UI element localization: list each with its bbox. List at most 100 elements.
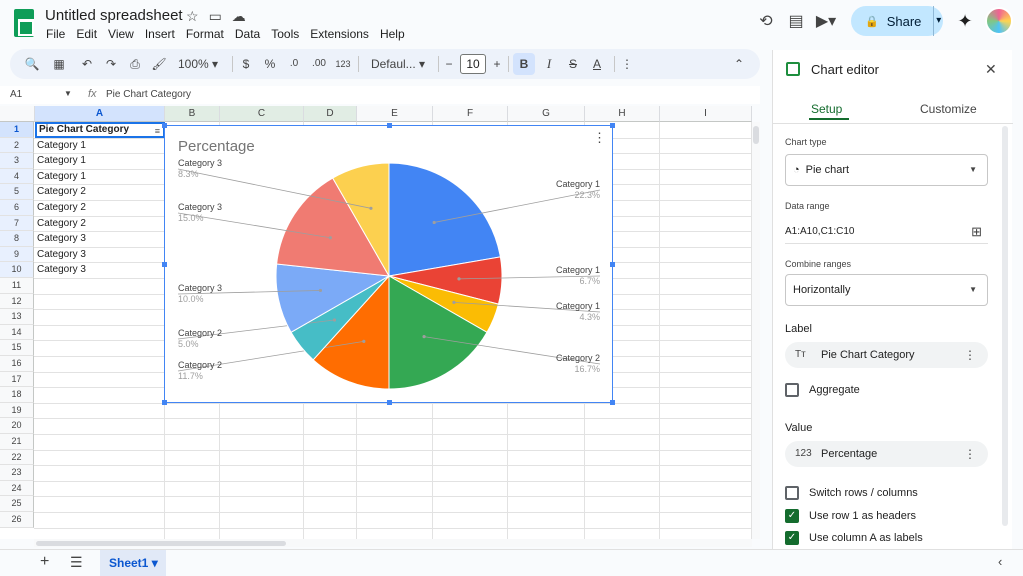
row-header-12[interactable]: 12 <box>0 293 34 310</box>
font-select[interactable]: Defaul... ▾ <box>366 49 430 79</box>
row-header-17[interactable]: 17 <box>0 371 34 388</box>
strikethrough-button[interactable]: S <box>564 49 582 79</box>
decrease-font-size-button[interactable]: − <box>442 49 456 79</box>
column-header-d[interactable]: D <box>304 106 357 122</box>
formula-input[interactable]: Pie Chart Category <box>106 89 191 100</box>
chart[interactable]: Percentage ⋮ Category 1 22.3% Category 1 6.… <box>162 123 615 405</box>
header-cell[interactable]: Pie Chart Category ≡ <box>35 122 165 138</box>
resize-handle[interactable] <box>162 262 167 267</box>
row-header-4[interactable]: 4 <box>0 168 34 185</box>
close-icon[interactable]: ✕ <box>985 61 997 78</box>
text-color-button[interactable]: A <box>588 49 606 79</box>
share-button[interactable]: 🔒 Share ▾ <box>851 6 943 36</box>
column-header-a[interactable]: A <box>35 106 165 122</box>
row-header-16[interactable]: 16 <box>0 356 34 372</box>
row-header-21[interactable]: 21 <box>0 434 34 450</box>
share-dropdown-icon[interactable]: ▾ <box>933 6 943 36</box>
cell[interactable]: Category 3 <box>35 231 165 247</box>
column-header-c[interactable]: C <box>220 106 304 122</box>
grid-select-icon[interactable]: ⊞ <box>971 224 982 240</box>
tab-setup[interactable]: Setup <box>811 102 842 116</box>
label-chip[interactable]: Tт Pie Chart Category ⋮ <box>785 342 988 368</box>
row-header-15[interactable]: 15 <box>0 340 34 356</box>
menu-tools[interactable]: Tools <box>271 27 299 41</box>
row-header-8[interactable]: 8 <box>0 231 34 247</box>
redo-icon[interactable]: ↷ <box>102 49 120 79</box>
resize-handle[interactable] <box>610 400 615 405</box>
row-header-25[interactable]: 25 <box>0 496 34 512</box>
more-formats-button[interactable]: 123 <box>334 49 352 79</box>
increase-font-size-button[interactable]: + <box>490 49 504 79</box>
column-header-b[interactable]: B <box>165 106 220 122</box>
pie-slice[interactable] <box>388 162 501 277</box>
column-header-h[interactable]: H <box>585 106 660 122</box>
comments-icon[interactable]: ▤ <box>781 11 811 31</box>
cell[interactable]: Category 1 <box>35 153 165 169</box>
sheet-tab[interactable]: Sheet1 ▾ <box>100 550 166 576</box>
panel-scrollbar[interactable] <box>1002 126 1008 526</box>
history-icon[interactable]: ⟲ <box>751 11 781 31</box>
name-box[interactable]: A1 <box>10 89 22 100</box>
search-menus-icon[interactable]: 🔍 <box>22 49 42 79</box>
cell[interactable]: Category 2 <box>35 216 165 232</box>
cloud-status-icon[interactable]: ☁ <box>232 8 246 25</box>
row-header-6[interactable]: 6 <box>0 200 34 216</box>
use-row1-checkbox[interactable]: ✓ <box>785 509 799 523</box>
row-header-24[interactable]: 24 <box>0 480 34 497</box>
meet-icon[interactable]: ▶▾ <box>811 11 841 31</box>
star-icon[interactable]: ☆ <box>186 8 199 25</box>
tab-customize[interactable]: Customize <box>920 102 977 116</box>
menu-insert[interactable]: Insert <box>145 27 175 41</box>
menu-edit[interactable]: Edit <box>76 27 97 41</box>
row-header-20[interactable]: 20 <box>0 418 34 434</box>
zoom-select[interactable]: 100% ▾ <box>174 49 222 79</box>
row-header-3[interactable]: 3 <box>0 153 34 169</box>
row-header-18[interactable]: 18 <box>0 387 34 403</box>
value-chip[interactable]: 123 Percentage ⋮ <box>785 441 988 467</box>
row-header-23[interactable]: 23 <box>0 465 34 481</box>
task-icon[interactable]: ▦ <box>50 49 68 79</box>
resize-handle[interactable] <box>610 123 615 128</box>
italic-button[interactable]: I <box>540 49 558 79</box>
percent-button[interactable]: % <box>262 49 278 79</box>
increase-decimal-button[interactable]: .00 <box>308 49 330 79</box>
resize-handle[interactable] <box>162 400 167 405</box>
row-header-10[interactable]: 10 <box>0 262 34 278</box>
resize-handle[interactable] <box>387 400 392 405</box>
name-box-dropdown-icon[interactable]: ▼ <box>64 89 72 98</box>
row-header-2[interactable]: 2 <box>0 137 34 154</box>
aggregate-checkbox[interactable] <box>785 383 799 397</box>
resize-handle[interactable] <box>162 123 167 128</box>
vertical-scrollbar[interactable] <box>752 122 760 539</box>
row-header-5[interactable]: 5 <box>0 184 34 200</box>
add-sheet-icon[interactable]: + <box>40 553 49 571</box>
cell[interactable]: Category 3 <box>35 247 165 263</box>
switch-rows-checkbox[interactable] <box>785 486 799 500</box>
document-title[interactable]: Untitled spreadsheet <box>45 7 183 24</box>
gemini-sparkle-icon[interactable]: ✦ <box>951 11 979 32</box>
menu-file[interactable]: File <box>46 27 65 41</box>
resize-handle[interactable] <box>610 262 615 267</box>
row-header-9[interactable]: 9 <box>0 246 34 263</box>
chevron-up-icon[interactable]: ⌃ <box>730 49 748 79</box>
cell[interactable]: Category 2 <box>35 184 165 200</box>
all-sheets-icon[interactable]: ☰ <box>70 554 83 571</box>
undo-icon[interactable]: ↶ <box>78 49 96 79</box>
select-all-corner[interactable] <box>0 106 35 122</box>
avatar[interactable] <box>985 7 1013 35</box>
cell[interactable]: Category 1 <box>35 138 165 154</box>
move-folder-icon[interactable]: ▭ <box>209 8 222 25</box>
row-header-26[interactable]: 26 <box>0 512 34 528</box>
row-header-11[interactable]: 11 <box>0 278 34 294</box>
row-header-13[interactable]: 13 <box>0 309 34 325</box>
row-header-19[interactable]: 19 <box>0 402 34 419</box>
decrease-decimal-button[interactable]: .0 <box>284 49 304 79</box>
row-header-22[interactable]: 22 <box>0 449 34 466</box>
filter-icon[interactable]: ≡ <box>155 125 160 137</box>
column-header-g[interactable]: G <box>508 106 585 122</box>
menu-help[interactable]: Help <box>380 27 405 41</box>
more-options-icon[interactable]: ⋮ <box>964 441 976 467</box>
font-size-input[interactable]: 10 <box>460 54 486 74</box>
menu-format[interactable]: Format <box>186 27 224 41</box>
chart-type-select[interactable]: ◔ Pie chart ▼ <box>785 154 988 186</box>
